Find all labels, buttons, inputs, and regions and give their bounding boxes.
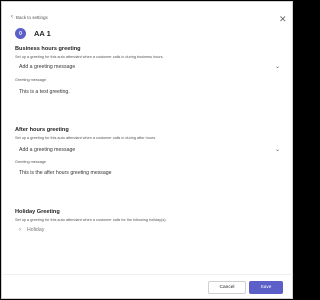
holiday-description: Set up a greeting for this auto attendan… [15,218,167,222]
after-hours-description: Set up a greeting for this auto attendan… [15,136,157,140]
after-hours-greeting-dropdown[interactable]: Add a greeting message ⌄ [15,145,283,154]
after-hours-message-label: Greeting message [15,160,47,164]
holiday-label: Holiday [27,227,45,233]
business-message-input[interactable]: This is a test greeting. [15,84,283,100]
avatar: 0 [15,28,26,39]
chevron-right-icon: › [19,227,21,233]
page-header: 0 AA 1 [15,28,51,39]
holiday-title: Holiday Greeting [15,209,60,215]
business-dropdown-value: Add a greeting message [19,63,76,70]
holiday-expander[interactable]: › Holiday [19,227,44,233]
chevron-left-icon: ‹ [11,14,13,20]
chevron-down-icon: ⌄ [274,64,280,70]
save-button[interactable]: Save [249,281,283,294]
footer-divider [3,274,293,275]
back-label: Back to settings [16,14,48,20]
after-hours-dropdown-value: Add a greeting message [19,146,76,153]
business-message-label: Greeting message [15,78,47,82]
avatar-initial: 0 [19,30,22,37]
business-hours-title: Business hours greeting [15,46,81,52]
close-icon[interactable]: ✕ [279,15,287,24]
business-hours-description: Set up a greeting for this auto attendan… [15,55,164,59]
after-hours-title: After hours greeting [15,127,69,133]
chevron-down-icon: ⌄ [274,147,280,153]
cancel-button[interactable]: Cancel [208,281,246,294]
business-greeting-dropdown[interactable]: Add a greeting message ⌄ [15,62,283,71]
page-title: AA 1 [34,29,51,38]
back-link[interactable]: ‹ Back to settings [11,14,48,20]
after-hours-message-input[interactable]: This is the after hours greeting message [15,165,283,181]
settings-panel: ‹ Back to settings ✕ 0 AA 1 Business hou… [1,1,293,299]
